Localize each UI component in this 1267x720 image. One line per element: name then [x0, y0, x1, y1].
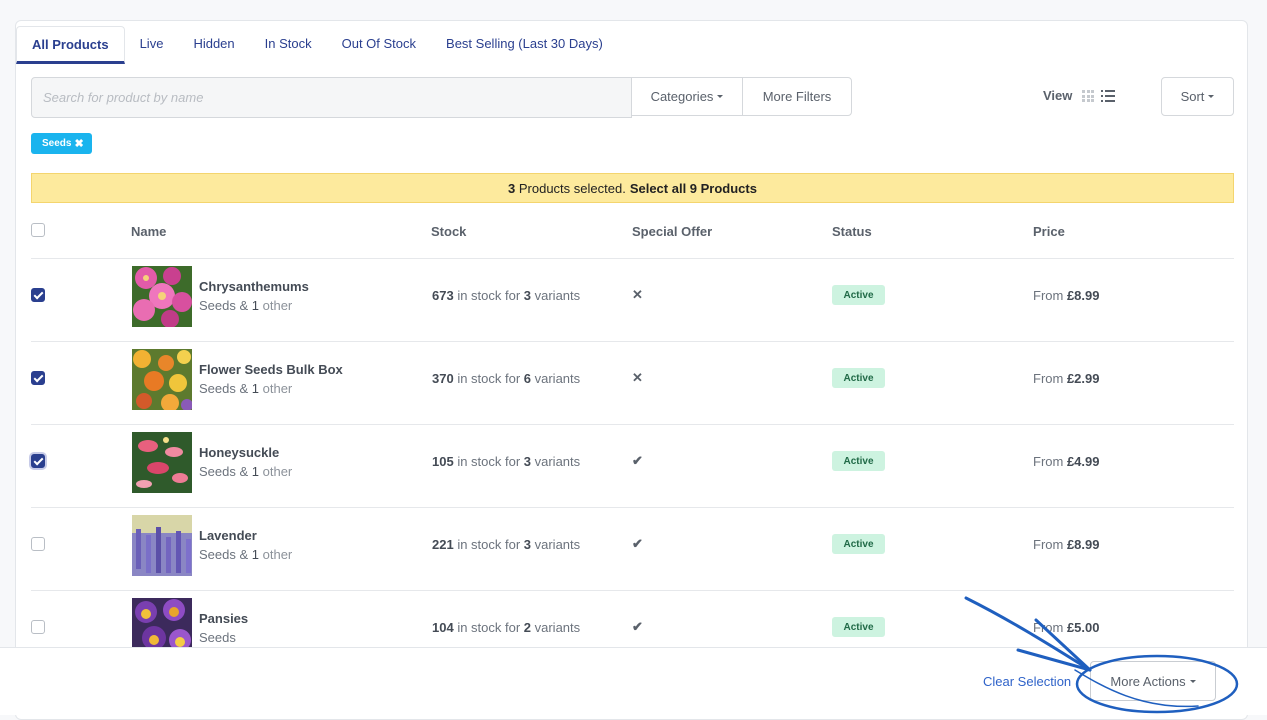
- product-thumbnail[interactable]: [132, 266, 192, 327]
- more-filters-label: More Filters: [762, 89, 832, 104]
- tab-live[interactable]: Live: [125, 26, 179, 64]
- products-panel: All Products Live Hidden In Stock Out Of…: [15, 20, 1248, 720]
- table-row[interactable]: Honeysuckle Seeds & 1 other 105 in stock…: [16, 425, 1249, 508]
- status-badge: Active: [832, 451, 885, 471]
- more-actions-button[interactable]: More Actions: [1090, 661, 1216, 701]
- sort-label: Sort: [1180, 89, 1205, 104]
- more-actions-label: More Actions: [1110, 673, 1186, 689]
- product-category: Seeds & 1 other: [199, 464, 293, 479]
- status-badge: Active: [832, 285, 885, 305]
- status-badge: Active: [832, 534, 885, 554]
- status-badge: Active: [832, 368, 885, 388]
- cross-icon: ✕: [632, 370, 643, 385]
- check-icon: ✔: [632, 453, 643, 468]
- product-category: Seeds & 1 other: [199, 298, 293, 313]
- product-name[interactable]: Honeysuckle: [199, 445, 279, 460]
- selection-banner: 3 Products selected. Select all 9 Produc…: [31, 173, 1234, 203]
- search-input[interactable]: [31, 77, 632, 118]
- product-price: From £8.99: [1033, 288, 1100, 303]
- product-name[interactable]: Lavender: [199, 528, 257, 543]
- product-name[interactable]: Flower Seeds Bulk Box: [199, 362, 343, 377]
- sort-dropdown[interactable]: Sort: [1161, 77, 1234, 116]
- table-row[interactable]: Lavender Seeds & 1 other 221 in stock fo…: [16, 508, 1249, 591]
- column-header-stock[interactable]: Stock: [431, 224, 466, 239]
- row-checkbox[interactable]: [31, 288, 45, 302]
- product-price: From £8.99: [1033, 537, 1100, 552]
- column-header-special-offer[interactable]: Special Offer: [632, 224, 712, 239]
- product-name[interactable]: Pansies: [199, 611, 248, 626]
- column-header-status[interactable]: Status: [832, 224, 872, 239]
- tab-hidden[interactable]: Hidden: [178, 26, 249, 64]
- row-checkbox[interactable]: [31, 620, 45, 634]
- grid-view-icon[interactable]: [1082, 90, 1094, 102]
- product-category: Seeds: [199, 630, 236, 645]
- select-all-checkbox[interactable]: [31, 223, 45, 237]
- row-checkbox[interactable]: [31, 371, 45, 385]
- caret-down-icon: [717, 95, 724, 98]
- column-header-name[interactable]: Name: [131, 224, 166, 239]
- filter-chip-label: Seeds: [42, 138, 72, 149]
- stock-info: 104 in stock for 2 variants: [432, 620, 581, 635]
- tab-in-stock[interactable]: In Stock: [250, 26, 327, 64]
- close-icon[interactable]: ✖: [74, 137, 83, 150]
- caret-down-icon: [1189, 679, 1196, 683]
- cross-icon: ✕: [632, 287, 643, 302]
- check-icon: ✔: [632, 619, 643, 634]
- table-row[interactable]: Flower Seeds Bulk Box Seeds & 1 other 37…: [16, 342, 1249, 425]
- product-category: Seeds & 1 other: [199, 547, 293, 562]
- product-thumbnail[interactable]: [132, 515, 192, 576]
- stock-info: 673 in stock for 3 variants: [432, 288, 581, 303]
- clear-selection-link[interactable]: Clear Selection: [983, 674, 1071, 689]
- tab-all-products[interactable]: All Products: [16, 26, 125, 64]
- table-row[interactable]: Chrysanthemums Seeds & 1 other 673 in st…: [16, 259, 1249, 342]
- product-category: Seeds & 1 other: [199, 381, 293, 396]
- tab-out-of-stock[interactable]: Out Of Stock: [327, 26, 431, 64]
- product-name[interactable]: Chrysanthemums: [199, 279, 309, 294]
- row-checkbox[interactable]: [31, 537, 45, 551]
- check-icon: ✔: [632, 536, 643, 551]
- list-view-icon[interactable]: [1101, 90, 1115, 102]
- filter-chip-seeds[interactable]: Seeds ✖: [31, 133, 92, 154]
- selected-count: 3: [508, 180, 516, 196]
- product-price: From £2.99: [1033, 371, 1100, 386]
- categories-label: Categories: [650, 89, 714, 104]
- tab-best-selling[interactable]: Best Selling (Last 30 Days): [431, 26, 618, 64]
- product-tabs: All Products Live Hidden In Stock Out Of…: [16, 26, 618, 64]
- column-header-price[interactable]: Price: [1033, 224, 1065, 239]
- categories-dropdown[interactable]: Categories: [631, 77, 743, 116]
- product-thumbnail[interactable]: [132, 349, 192, 410]
- select-all-link[interactable]: Select all 9 Products: [630, 181, 757, 196]
- product-price: From £5.00: [1033, 620, 1100, 635]
- row-checkbox[interactable]: [31, 454, 45, 468]
- bulk-actions-bar: Clear Selection More Actions: [0, 647, 1267, 715]
- selected-text: Products selected.: [518, 180, 626, 196]
- more-filters-button[interactable]: More Filters: [742, 77, 852, 116]
- caret-down-icon: [1208, 95, 1215, 98]
- status-badge: Active: [832, 617, 885, 637]
- product-price: From £4.99: [1033, 454, 1100, 469]
- stock-info: 370 in stock for 6 variants: [432, 371, 581, 386]
- view-label: View: [1043, 88, 1073, 103]
- stock-info: 221 in stock for 3 variants: [432, 537, 581, 552]
- stock-info: 105 in stock for 3 variants: [432, 454, 581, 469]
- product-thumbnail[interactable]: [132, 432, 192, 493]
